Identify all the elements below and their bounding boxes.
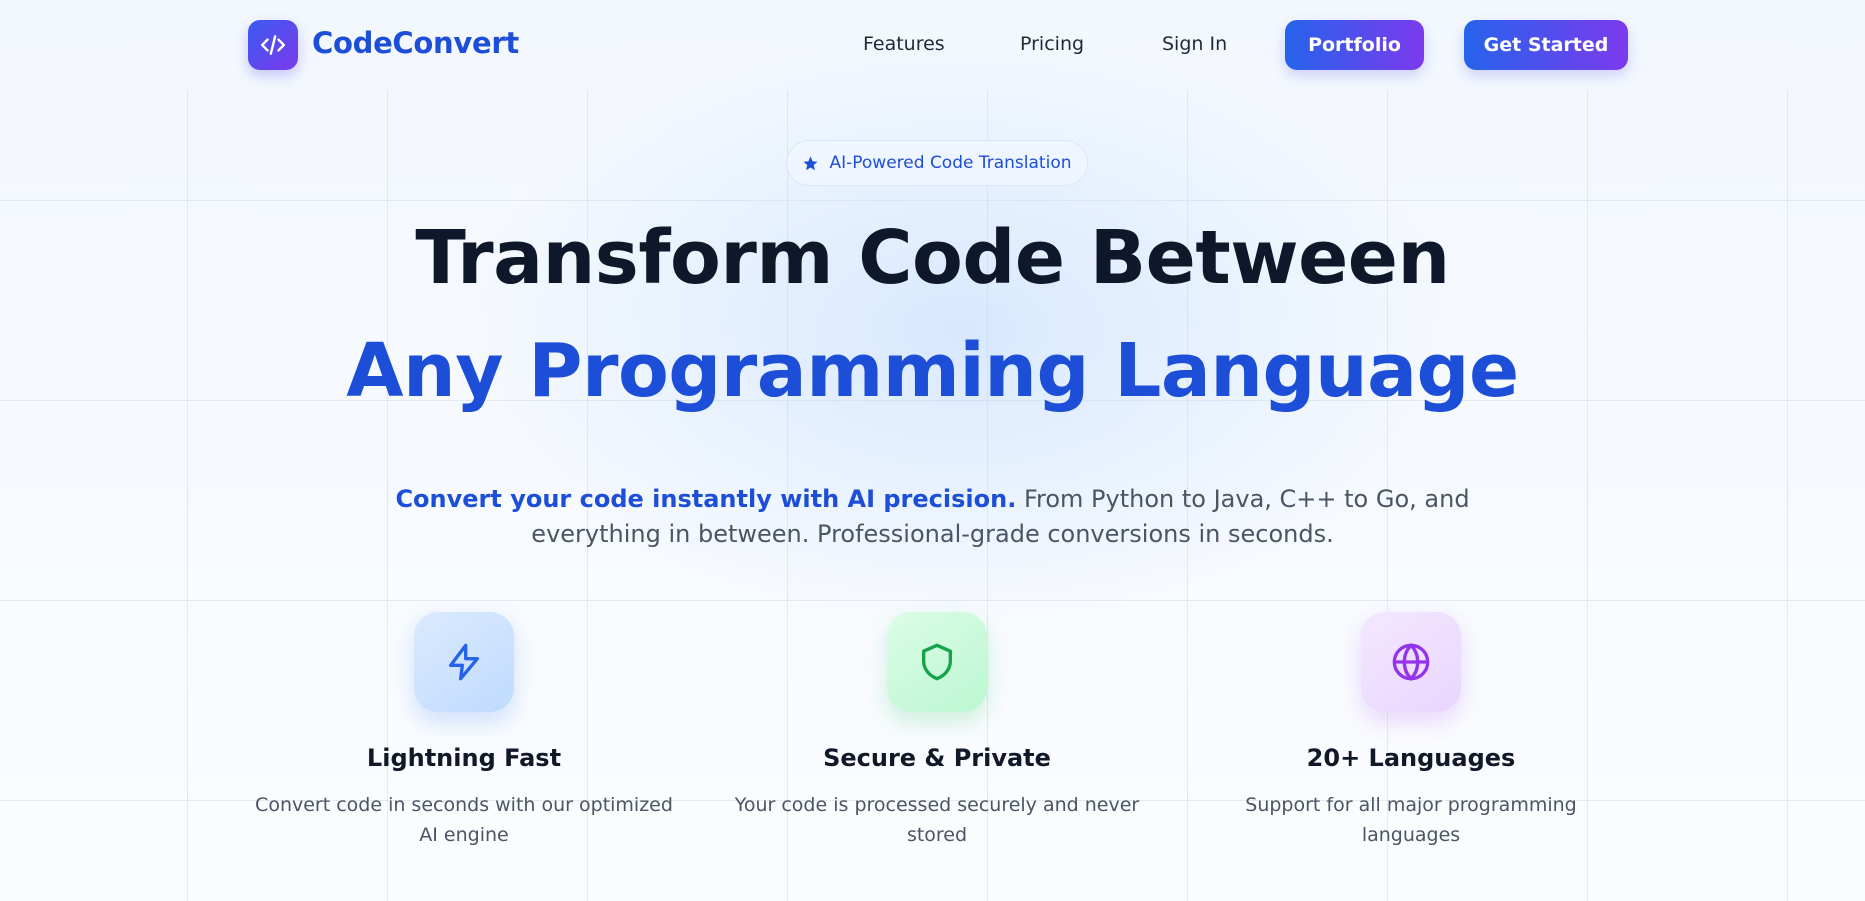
brand-name[interactable]: CodeConvert [312, 26, 519, 60]
nav-link-sign-in[interactable]: Sign In [1162, 33, 1227, 55]
grid-line [0, 600, 1865, 601]
feature-description: Support for all major programming langua… [1245, 794, 1577, 846]
feature-description: Your code is processed securely and neve… [734, 794, 1140, 846]
badge-label: AI-Powered Code Translation [829, 153, 1072, 173]
feature-card-languages: 20+ Languages Support for all major prog… [1196, 612, 1626, 850]
feature-icon-box [887, 612, 987, 712]
feature-card-secure: Secure & Private Your code is processed … [722, 612, 1152, 850]
hero-subtitle-emphasis: Convert your code instantly with AI prec… [395, 485, 1017, 513]
code-icon [260, 35, 286, 55]
star-icon [803, 155, 819, 170]
feature-card-lightning: Lightning Fast Convert code in seconds w… [249, 612, 679, 850]
grid-line [187, 90, 188, 901]
hero-title-line2: Any Programming Language [346, 328, 1519, 414]
top-nav: CodeConvert Features Pricing Sign In Por… [0, 0, 1865, 90]
globe-icon [1392, 642, 1430, 682]
hero-badge: AI-Powered Code Translation [786, 140, 1088, 186]
portfolio-button[interactable]: Portfolio [1285, 20, 1424, 70]
feature-title: Lightning Fast [366, 744, 562, 772]
feature-title: 20+ Languages [1306, 744, 1516, 772]
nav-link-features[interactable]: Features [863, 33, 945, 55]
lightning-icon [449, 643, 479, 681]
feature-icon-box [414, 612, 514, 712]
hero-subtitle: Convert your code instantly with AI prec… [370, 482, 1495, 552]
feature-description: Convert code in seconds with our optimiz… [255, 794, 673, 846]
grid-line [0, 200, 1865, 201]
get-started-button[interactable]: Get Started [1464, 20, 1628, 70]
logo[interactable] [248, 20, 298, 70]
nav-link-pricing[interactable]: Pricing [1020, 33, 1084, 55]
grid-line [1787, 90, 1788, 901]
feature-icon-box [1361, 612, 1461, 712]
feature-title: Secure & Private [823, 744, 1051, 772]
shield-icon [922, 643, 952, 681]
hero-title-line1: Transform Code Between [415, 215, 1450, 301]
